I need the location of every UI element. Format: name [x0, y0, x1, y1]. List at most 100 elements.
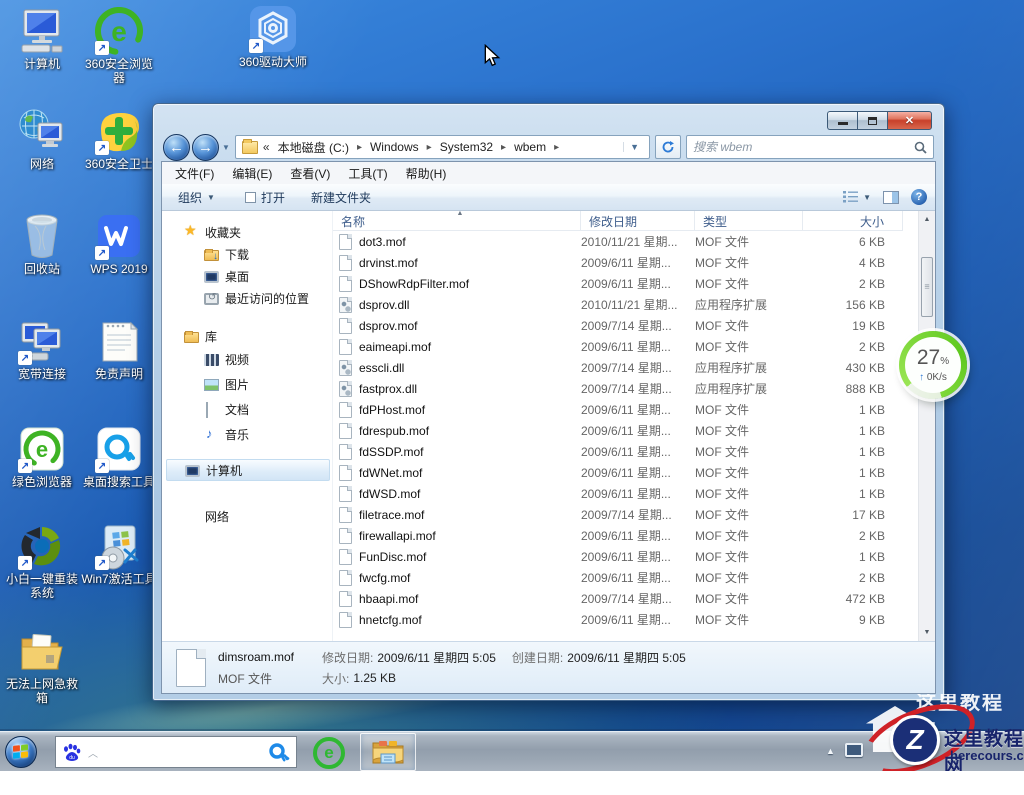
- speed-monitor-widget[interactable]: 27% ↑ 0K/s: [899, 331, 967, 399]
- file-type-icon: [339, 549, 352, 565]
- nav-favorites[interactable]: 收藏夹: [162, 221, 332, 243]
- file-row[interactable]: dsprov.dll 2010/11/21 星期... 应用程序扩展 156 K…: [333, 294, 918, 315]
- file-type: MOF 文件: [695, 254, 803, 271]
- column-header-name[interactable]: ▲名称: [333, 211, 581, 231]
- taskbar-green-browser-button[interactable]: e: [313, 737, 345, 769]
- file-row[interactable]: esscli.dll 2009/7/14 星期... 应用程序扩展 430 KB: [333, 357, 918, 378]
- file-row[interactable]: dot3.mof 2010/11/21 星期... MOF 文件 6 KB: [333, 231, 918, 252]
- breadcrumb-separator-icon[interactable]: ▸: [495, 142, 512, 153]
- nav-videos[interactable]: 视频: [162, 347, 332, 372]
- desktop-icon-network[interactable]: 网络: [2, 106, 82, 171]
- change-view-button[interactable]: ▼: [842, 190, 871, 204]
- desktop-icon-wps[interactable]: WPS 2019: [79, 211, 159, 276]
- menu-item[interactable]: 文件(F): [166, 162, 223, 185]
- desktop-icon-360-driver[interactable]: 360驱动大师: [231, 4, 315, 69]
- desktop-icon-reinstall-system[interactable]: 小白一键重装系统: [2, 521, 82, 600]
- nav-computer[interactable]: 计算机: [166, 459, 330, 481]
- minimize-button[interactable]: [827, 111, 857, 130]
- file-row[interactable]: fdWNet.mof 2009/6/11 星期... MOF 文件 1 KB: [333, 462, 918, 483]
- organize-label: 组织: [178, 189, 202, 206]
- refresh-button[interactable]: [655, 135, 681, 159]
- taskbar-explorer-button[interactable]: [360, 733, 416, 771]
- column-header-date[interactable]: 修改日期: [581, 211, 695, 231]
- nav-music[interactable]: 音乐: [162, 422, 332, 447]
- breadcrumb-separator-icon[interactable]: ▸: [548, 142, 565, 153]
- search-input[interactable]: [693, 140, 914, 154]
- desktop-icon-360-browser[interactable]: e 360安全浏览器: [79, 6, 159, 85]
- file-row[interactable]: fdPHost.mof 2009/6/11 星期... MOF 文件 1 KB: [333, 399, 918, 420]
- column-header-size[interactable]: 大小: [803, 211, 903, 231]
- nav-recent-places[interactable]: 最近访问的位置: [162, 287, 332, 309]
- desktop-icon-green-browser[interactable]: e 绿色浏览器: [2, 424, 82, 489]
- shortcut-arrow-icon: [18, 556, 32, 570]
- tray-expand-icon[interactable]: ▲: [826, 746, 835, 756]
- nav-pictures[interactable]: 图片: [162, 372, 332, 397]
- breadcrumb-separator-icon[interactable]: ▸: [351, 142, 368, 153]
- file-row[interactable]: fwcfg.mof 2009/6/11 星期... MOF 文件 2 KB: [333, 567, 918, 588]
- address-bar[interactable]: « 本地磁盘 (C:)▸ Windows▸ System32▸ wbem▸ ▼: [235, 135, 650, 159]
- taskbar-search-input[interactable]: [104, 745, 262, 760]
- close-button[interactable]: ✕: [887, 111, 932, 130]
- back-button[interactable]: ←: [163, 134, 190, 161]
- file-row[interactable]: eaimeapi.mof 2009/6/11 星期... MOF 文件 2 KB: [333, 336, 918, 357]
- taskbar-search-box[interactable]: du ︿: [55, 736, 297, 768]
- breadcrumb-overflow[interactable]: «: [263, 140, 270, 154]
- desktop-icon-label: 无法上网急救箱: [2, 677, 82, 705]
- file-row[interactable]: dsprov.mof 2009/7/14 星期... MOF 文件 19 KB: [333, 315, 918, 336]
- nav-desktop[interactable]: 桌面: [162, 265, 332, 287]
- desktop-icon-win7-activator[interactable]: Win7激活工具: [79, 521, 159, 586]
- file-row[interactable]: fastprox.dll 2009/7/14 星期... 应用程序扩展 888 …: [333, 378, 918, 399]
- file-row[interactable]: DShowRdpFilter.mof 2009/6/11 星期... MOF 文…: [333, 273, 918, 294]
- window-titlebar[interactable]: ✕: [161, 104, 936, 133]
- desktop-icon-broadband[interactable]: 宽带连接: [2, 316, 82, 381]
- search-box[interactable]: [686, 135, 934, 159]
- menu-item[interactable]: 查看(V): [281, 162, 339, 185]
- nav-downloads[interactable]: 下载: [162, 243, 332, 265]
- breadcrumb-separator-icon[interactable]: ▸: [421, 142, 438, 153]
- address-dropdown-icon[interactable]: ▼: [623, 142, 645, 152]
- breadcrumb-item[interactable]: System32: [438, 138, 495, 156]
- scroll-up-icon[interactable]: ▲: [920, 212, 934, 227]
- explorer-window: ✕ ← → ▼ « 本地磁盘 (C:)▸ Windows▸ System32▸: [152, 103, 945, 701]
- file-row[interactable]: filetrace.mof 2009/7/14 星期... MOF 文件 17 …: [333, 504, 918, 525]
- nav-network[interactable]: 网络: [162, 505, 332, 527]
- menu-item[interactable]: 帮助(H): [397, 162, 456, 185]
- desktop-icon-computer[interactable]: 计算机: [2, 6, 82, 71]
- menu-item[interactable]: 编辑(E): [223, 162, 281, 185]
- chevron-up-icon[interactable]: ︿: [88, 745, 98, 760]
- desktop-icon-desktop-search[interactable]: 桌面搜索工具: [79, 424, 159, 489]
- file-row[interactable]: firewallapi.mof 2009/6/11 星期... MOF 文件 2…: [333, 525, 918, 546]
- desktop-icon-disclaimer[interactable]: 免责声明: [79, 316, 159, 381]
- file-row[interactable]: FunDisc.mof 2009/6/11 星期... MOF 文件 1 KB: [333, 546, 918, 567]
- file-row[interactable]: hbaapi.mof 2009/7/14 星期... MOF 文件 472 KB: [333, 588, 918, 609]
- column-header-type[interactable]: 类型: [695, 211, 803, 231]
- preview-pane-button[interactable]: [883, 191, 899, 204]
- forward-button[interactable]: →: [192, 134, 219, 161]
- new-folder-button[interactable]: 新建文件夹: [303, 185, 379, 210]
- breadcrumb-item[interactable]: wbem: [512, 138, 548, 156]
- nav-libraries[interactable]: 库: [162, 325, 332, 347]
- help-button[interactable]: ?: [911, 189, 927, 205]
- start-button[interactable]: [5, 736, 37, 768]
- breadcrumb-item[interactable]: 本地磁盘 (C:): [276, 137, 351, 158]
- scrollbar-thumb[interactable]: [921, 257, 933, 317]
- file-row[interactable]: drvinst.mof 2009/6/11 星期... MOF 文件 4 KB: [333, 252, 918, 273]
- file-row[interactable]: fdSSDP.mof 2009/6/11 星期... MOF 文件 1 KB: [333, 441, 918, 462]
- desktop-icon-recycle-bin[interactable]: 回收站: [2, 211, 82, 276]
- file-row[interactable]: fdWSD.mof 2009/6/11 星期... MOF 文件 1 KB: [333, 483, 918, 504]
- desktop-icon-360-safe[interactable]: 360安全卫士: [79, 106, 159, 171]
- maximize-button[interactable]: [857, 111, 887, 130]
- selected-file-created: 2009/6/11 星期四 5:05: [567, 649, 686, 666]
- wps-icon: [94, 211, 144, 261]
- organize-button[interactable]: 组织 ▼: [170, 185, 223, 210]
- recent-pages-dropdown-icon[interactable]: ▼: [222, 143, 230, 152]
- open-button[interactable]: 打开: [237, 185, 293, 210]
- desktop-icon-rescue-folder[interactable]: 无法上网急救箱: [2, 626, 82, 705]
- file-row[interactable]: hnetcfg.mof 2009/6/11 星期... MOF 文件 9 KB: [333, 609, 918, 630]
- menu-item[interactable]: 工具(T): [339, 162, 396, 185]
- vertical-scrollbar[interactable]: ▲ ▼: [918, 211, 935, 641]
- nav-documents[interactable]: 文档: [162, 397, 332, 422]
- scroll-down-icon[interactable]: ▼: [920, 625, 934, 640]
- breadcrumb-item[interactable]: Windows: [368, 138, 421, 156]
- file-row[interactable]: fdrespub.mof 2009/6/11 星期... MOF 文件 1 KB: [333, 420, 918, 441]
